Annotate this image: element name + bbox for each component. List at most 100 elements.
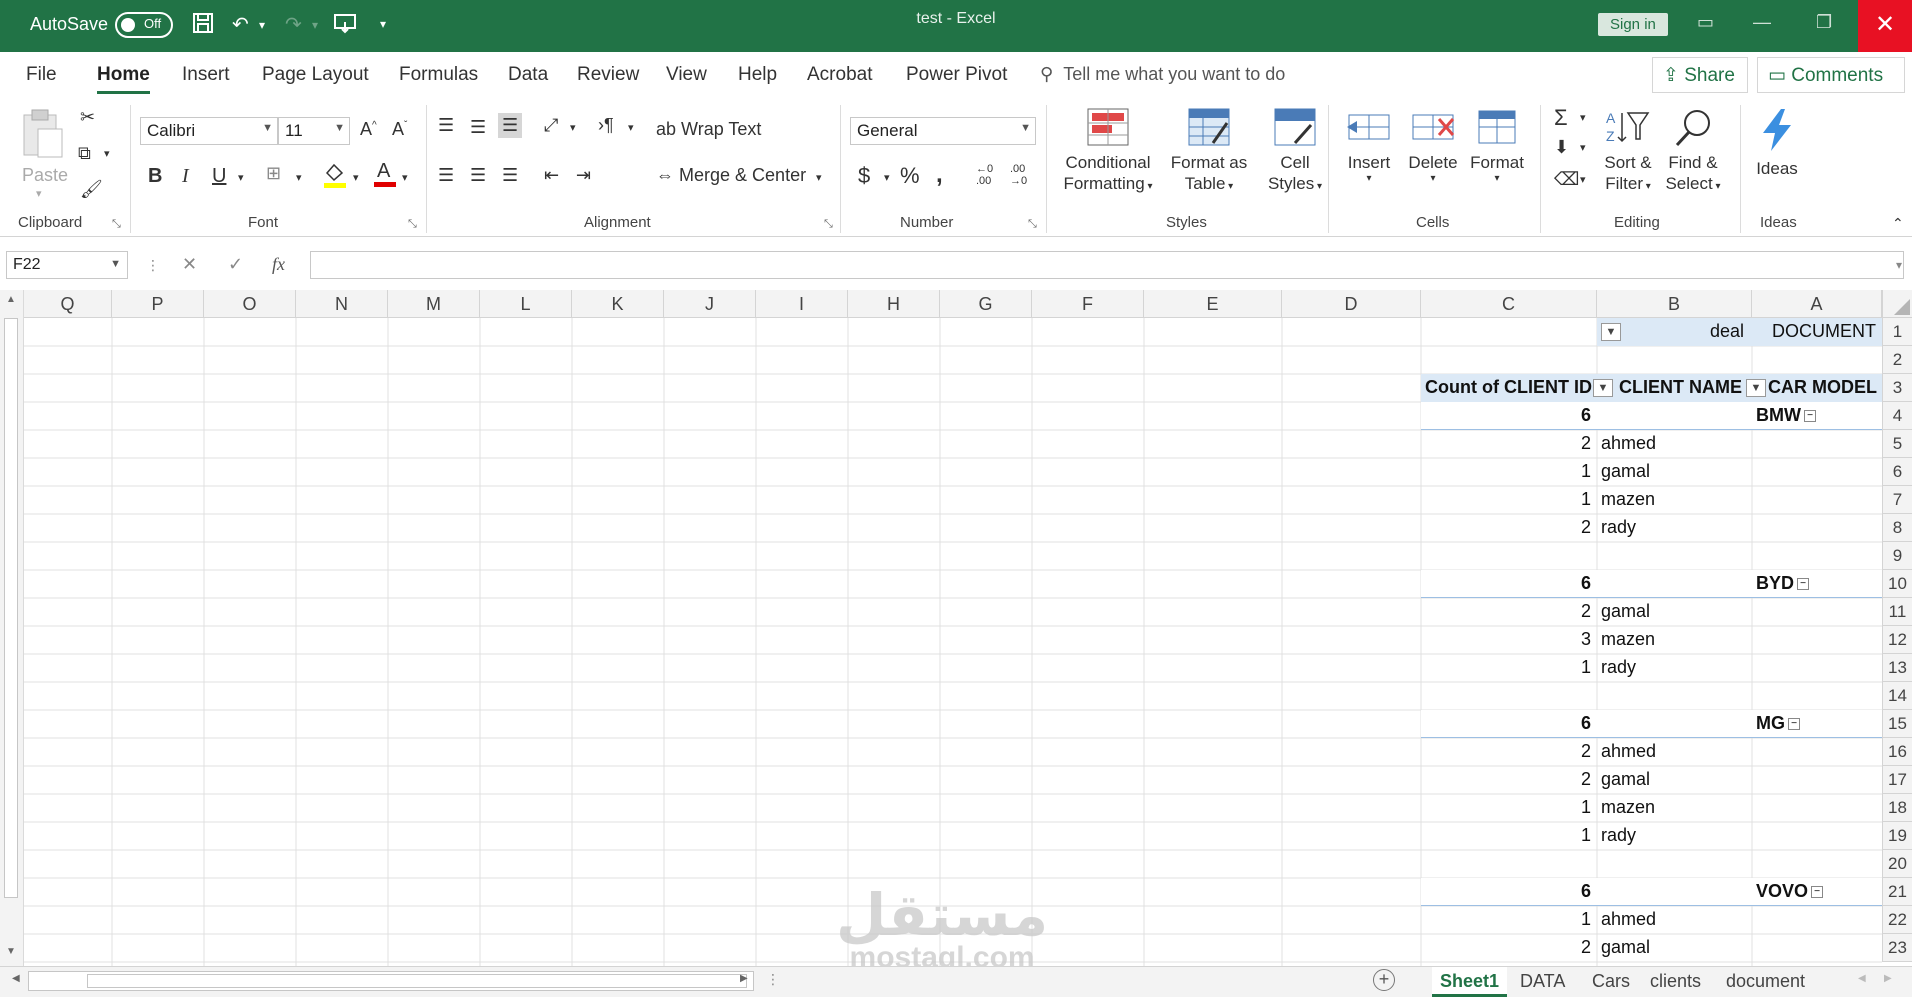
close-icon[interactable]: ✕: [1858, 0, 1912, 52]
ideas-button[interactable]: Ideas: [1752, 107, 1802, 207]
touch-mode-icon[interactable]: [333, 12, 357, 40]
split-handle-icon[interactable]: ⋮: [766, 971, 780, 988]
sheet-tab-cars[interactable]: Cars: [1584, 967, 1638, 997]
pivot-client-count[interactable]: 1: [1421, 489, 1591, 510]
find-select-button[interactable]: Find & Select ▾: [1662, 107, 1724, 207]
row-header-8[interactable]: 8: [1882, 514, 1912, 542]
pivot-group-total[interactable]: 6: [1421, 713, 1591, 734]
fill-color-icon[interactable]: [322, 161, 348, 194]
autosave-toggle[interactable]: Off: [115, 12, 173, 38]
column-header-i[interactable]: I: [756, 290, 848, 318]
save-icon[interactable]: [192, 12, 214, 40]
pivot-client-count[interactable]: 1: [1421, 797, 1591, 818]
name-box[interactable]: F22 ▼: [6, 251, 128, 279]
pivot-client-name[interactable]: gamal: [1601, 769, 1748, 790]
collapse-icon[interactable]: −: [1803, 410, 1816, 423]
row-header-21[interactable]: 21: [1882, 878, 1912, 906]
tab-page-layout[interactable]: Page Layout: [262, 64, 369, 86]
pivot-filter-value[interactable]: ▼ deal: [1601, 321, 1744, 342]
pivot-client-count[interactable]: 2: [1421, 601, 1591, 622]
fill-dropdown-icon[interactable]: ▾: [1580, 141, 1586, 154]
merge-dropdown-icon[interactable]: ▾: [816, 171, 822, 184]
sheet-tab-data[interactable]: DATA: [1512, 967, 1573, 997]
undo-dropdown-icon[interactable]: ▾: [259, 18, 265, 32]
sign-in-button[interactable]: Sign in: [1598, 13, 1668, 36]
wrap-text-button[interactable]: ab Wrap Text: [656, 119, 761, 140]
font-name-combo[interactable]: Calibri ▼: [140, 117, 278, 145]
row-header-22[interactable]: 22: [1882, 906, 1912, 934]
decrease-decimal-icon[interactable]: .00 →0: [1010, 163, 1027, 187]
worksheet-grid[interactable]: ▲ ▼ QPONMLKJIHGFEDCBA 1 2 3 4 5 6 7 8 9 10 11 12 13 1…: [0, 290, 1912, 966]
clipboard-launcher-icon[interactable]: ⤡: [112, 218, 121, 231]
align-top-icon[interactable]: ☰: [438, 115, 454, 136]
pivot-client-name[interactable]: mazen: [1601, 797, 1748, 818]
row-header-20[interactable]: 20: [1882, 850, 1912, 878]
tab-review[interactable]: Review: [577, 64, 639, 86]
expand-formula-icon[interactable]: ▾: [1896, 258, 1902, 272]
row-header-10[interactable]: 10: [1882, 570, 1912, 598]
increase-font-icon[interactable]: A^: [360, 119, 377, 140]
row-header-12[interactable]: 12: [1882, 626, 1912, 654]
format-painter-icon[interactable]: 🖌: [80, 179, 103, 200]
insert-function-icon[interactable]: fx: [272, 254, 285, 275]
sheet-tab-document[interactable]: document: [1718, 967, 1813, 997]
pivot-client-name[interactable]: ahmed: [1601, 433, 1748, 454]
fill-color-dropdown-icon[interactable]: ▾: [353, 171, 359, 184]
fill-icon[interactable]: ⬇: [1554, 137, 1569, 158]
row-header-9[interactable]: 9: [1882, 542, 1912, 570]
sheets-next-icon[interactable]: ▶: [1884, 973, 1892, 984]
align-right-icon[interactable]: ☰: [502, 165, 518, 186]
underline-icon[interactable]: U: [212, 165, 226, 188]
pivot-client-name[interactable]: mazen: [1601, 629, 1748, 650]
filter-icon[interactable]: ▼: [1601, 323, 1621, 341]
filter-dropdown-icon[interactable]: ▼: [1593, 379, 1613, 397]
copy-icon[interactable]: ⧉: [78, 143, 91, 164]
column-header-l[interactable]: L: [480, 290, 572, 318]
row-header-13[interactable]: 13: [1882, 654, 1912, 682]
font-size-combo[interactable]: 11 ▼: [278, 117, 350, 145]
share-button[interactable]: ⇪ Share: [1652, 57, 1748, 93]
direction-dropdown-icon[interactable]: ▾: [628, 121, 634, 134]
format-cells-button[interactable]: Format ▾: [1468, 107, 1526, 207]
column-header-g[interactable]: G: [940, 290, 1032, 318]
tab-acrobat[interactable]: Acrobat: [807, 64, 872, 86]
merge-center-button[interactable]: ⇔ Merge & Center: [656, 165, 806, 186]
comma-style-icon[interactable]: ,: [936, 161, 943, 189]
clear-icon[interactable]: ⌫: [1554, 169, 1579, 190]
cell-styles-button[interactable]: Cell Styles ▾: [1260, 107, 1330, 207]
restore-icon[interactable]: ❐: [1816, 12, 1832, 33]
column-header-h[interactable]: H: [848, 290, 940, 318]
pivot-client-count[interactable]: 1: [1421, 825, 1591, 846]
pivot-group-total[interactable]: 6: [1421, 573, 1591, 594]
minimize-icon[interactable]: —: [1753, 12, 1771, 33]
row-header-19[interactable]: 19: [1882, 822, 1912, 850]
pivot-client-count[interactable]: 1: [1421, 461, 1591, 482]
row-header-17[interactable]: 17: [1882, 766, 1912, 794]
row-header-1[interactable]: 1: [1882, 318, 1912, 346]
pivot-client-count[interactable]: 2: [1421, 769, 1591, 790]
increase-indent-icon[interactable]: ⇥: [576, 165, 591, 186]
pivot-client-name[interactable]: rady: [1601, 517, 1748, 538]
comments-button[interactable]: ▭ Comments: [1757, 57, 1905, 93]
italic-icon[interactable]: I: [182, 165, 189, 188]
number-format-combo[interactable]: General ▼: [850, 117, 1036, 145]
scroll-left-icon[interactable]: ◀: [12, 973, 20, 984]
conditional-formatting-button[interactable]: Conditional Formatting ▾: [1060, 107, 1156, 207]
decrease-font-icon[interactable]: Aˇ: [392, 119, 407, 140]
column-header-q[interactable]: Q: [24, 290, 112, 318]
filter-dropdown-icon[interactable]: ▼: [1746, 379, 1766, 397]
column-header-o[interactable]: O: [204, 290, 296, 318]
column-header-a[interactable]: A: [1752, 290, 1882, 318]
row-header-23[interactable]: 23: [1882, 934, 1912, 962]
column-header-k[interactable]: K: [572, 290, 664, 318]
row-header-7[interactable]: 7: [1882, 486, 1912, 514]
pivot-client-name[interactable]: gamal: [1601, 461, 1748, 482]
column-header-d[interactable]: D: [1282, 290, 1421, 318]
sheet-tab-clients[interactable]: clients: [1642, 967, 1709, 997]
pivot-filter-label[interactable]: DOCUMENT: [1752, 321, 1876, 342]
pivot-group-model[interactable]: MG −: [1756, 713, 1880, 734]
currency-icon[interactable]: $: [858, 163, 870, 189]
pivot-client-name[interactable]: rady: [1601, 825, 1748, 846]
collapse-icon[interactable]: −: [1811, 886, 1824, 899]
row-header-11[interactable]: 11: [1882, 598, 1912, 626]
